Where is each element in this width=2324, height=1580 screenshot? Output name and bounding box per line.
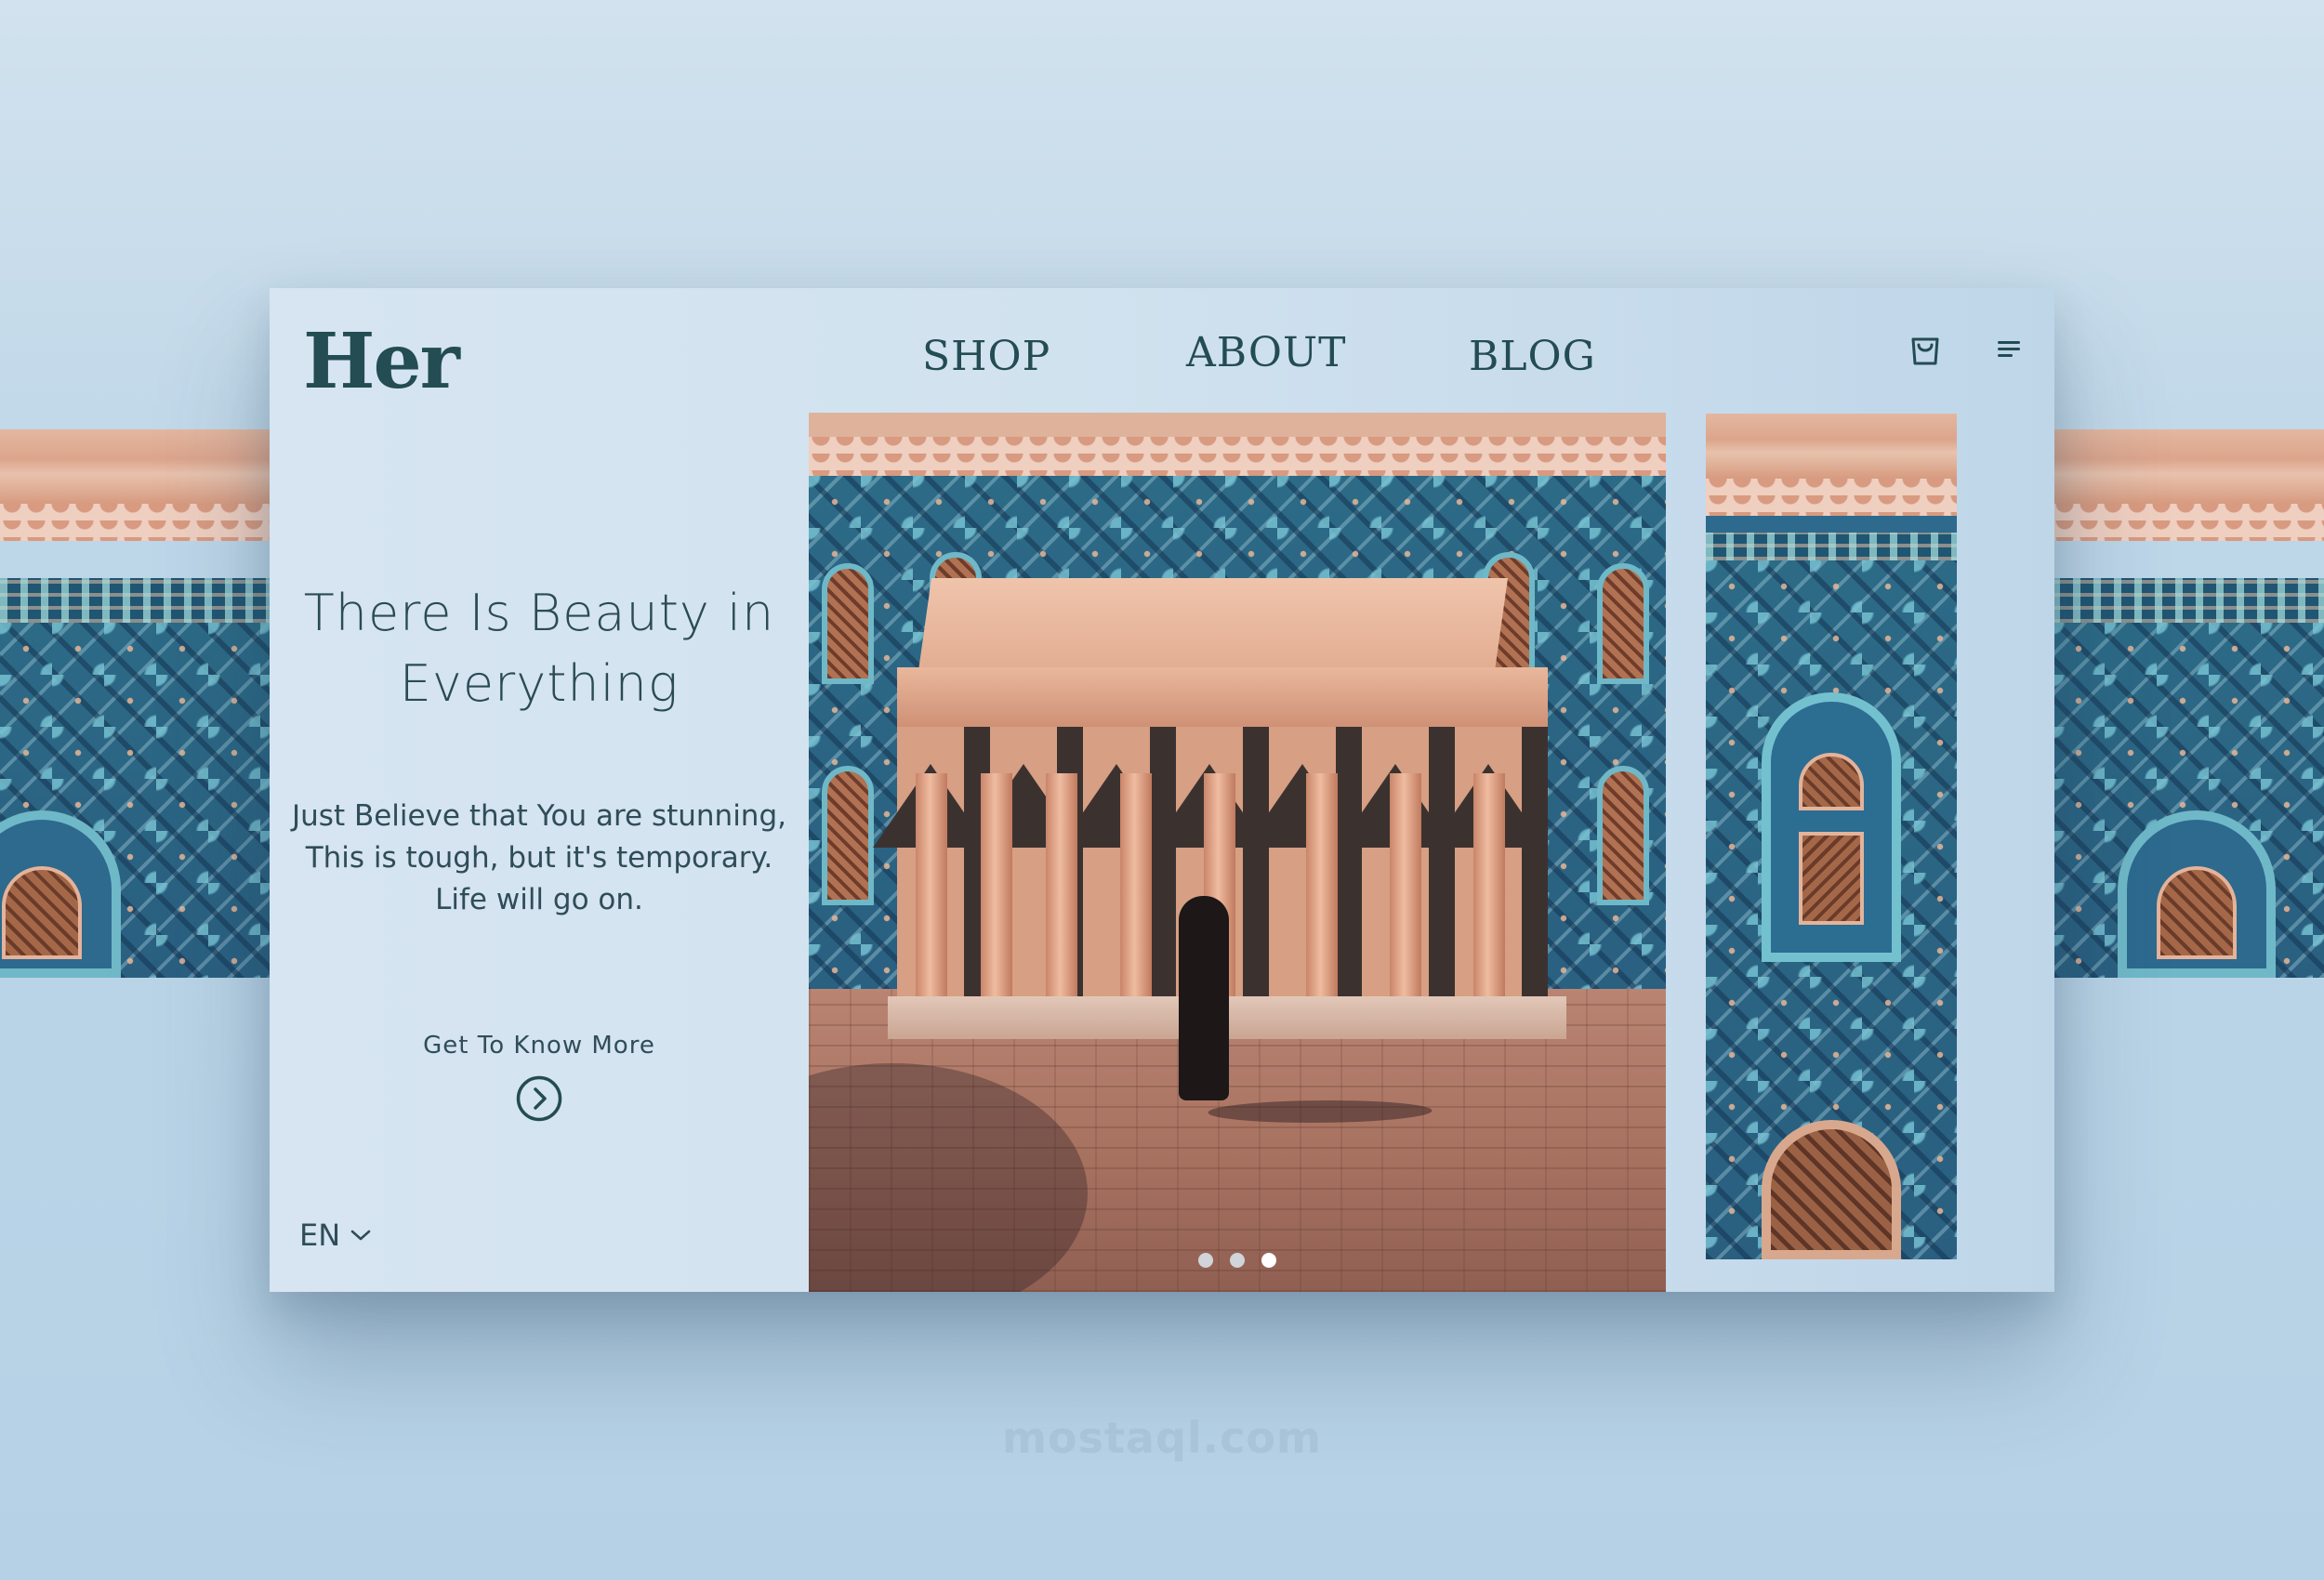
hero-subtext: Just Believe that You are stunning, This…: [270, 796, 809, 921]
nav-blog[interactable]: BLOG: [1469, 320, 1596, 394]
carousel-dot[interactable]: [1230, 1253, 1245, 1268]
language-label: EN: [299, 1218, 341, 1253]
cta-label: Get To Know More: [423, 1032, 655, 1060]
background-image-left: [0, 429, 271, 978]
side-image: [1706, 414, 1957, 1259]
watermark: mostaql.com: [1002, 1413, 1322, 1463]
chevron-down-icon: [350, 1230, 371, 1241]
headline-line-2: Everything: [399, 654, 680, 713]
menu-button[interactable]: [1986, 325, 2032, 372]
landing-page-card: Her SHOP ABOUT BLOG There Is Beauty in E…: [270, 288, 2054, 1292]
subtext-line-3: Life will go on.: [435, 883, 643, 916]
subtext-line-2: This is tough, but it's temporary.: [305, 841, 773, 875]
chevron-right-circle-icon: [516, 1075, 562, 1122]
carousel-dots: [1198, 1253, 1276, 1268]
hero-image: [809, 413, 1666, 1292]
language-selector[interactable]: EN: [299, 1218, 372, 1253]
nav-about[interactable]: ABOUT: [1186, 316, 1346, 390]
headline-line-1: There Is Beauty in: [303, 584, 775, 642]
background-image-right: [2053, 429, 2324, 978]
nav-shop[interactable]: SHOP: [922, 320, 1050, 394]
carousel-dot[interactable]: [1198, 1253, 1213, 1268]
main-nav: SHOP ABOUT BLOG: [270, 320, 2054, 394]
cart-button[interactable]: [1902, 325, 1948, 372]
subtext-line-1: Just Believe that You are stunning,: [292, 799, 786, 833]
hamburger-menu-icon: [1998, 341, 2020, 357]
shopping-bag-icon: [1911, 337, 1939, 365]
hero-headline: There Is Beauty in Everything: [270, 578, 809, 719]
get-to-know-more-button[interactable]: Get To Know More: [270, 1032, 809, 1123]
carousel-dot[interactable]: [1261, 1253, 1276, 1268]
